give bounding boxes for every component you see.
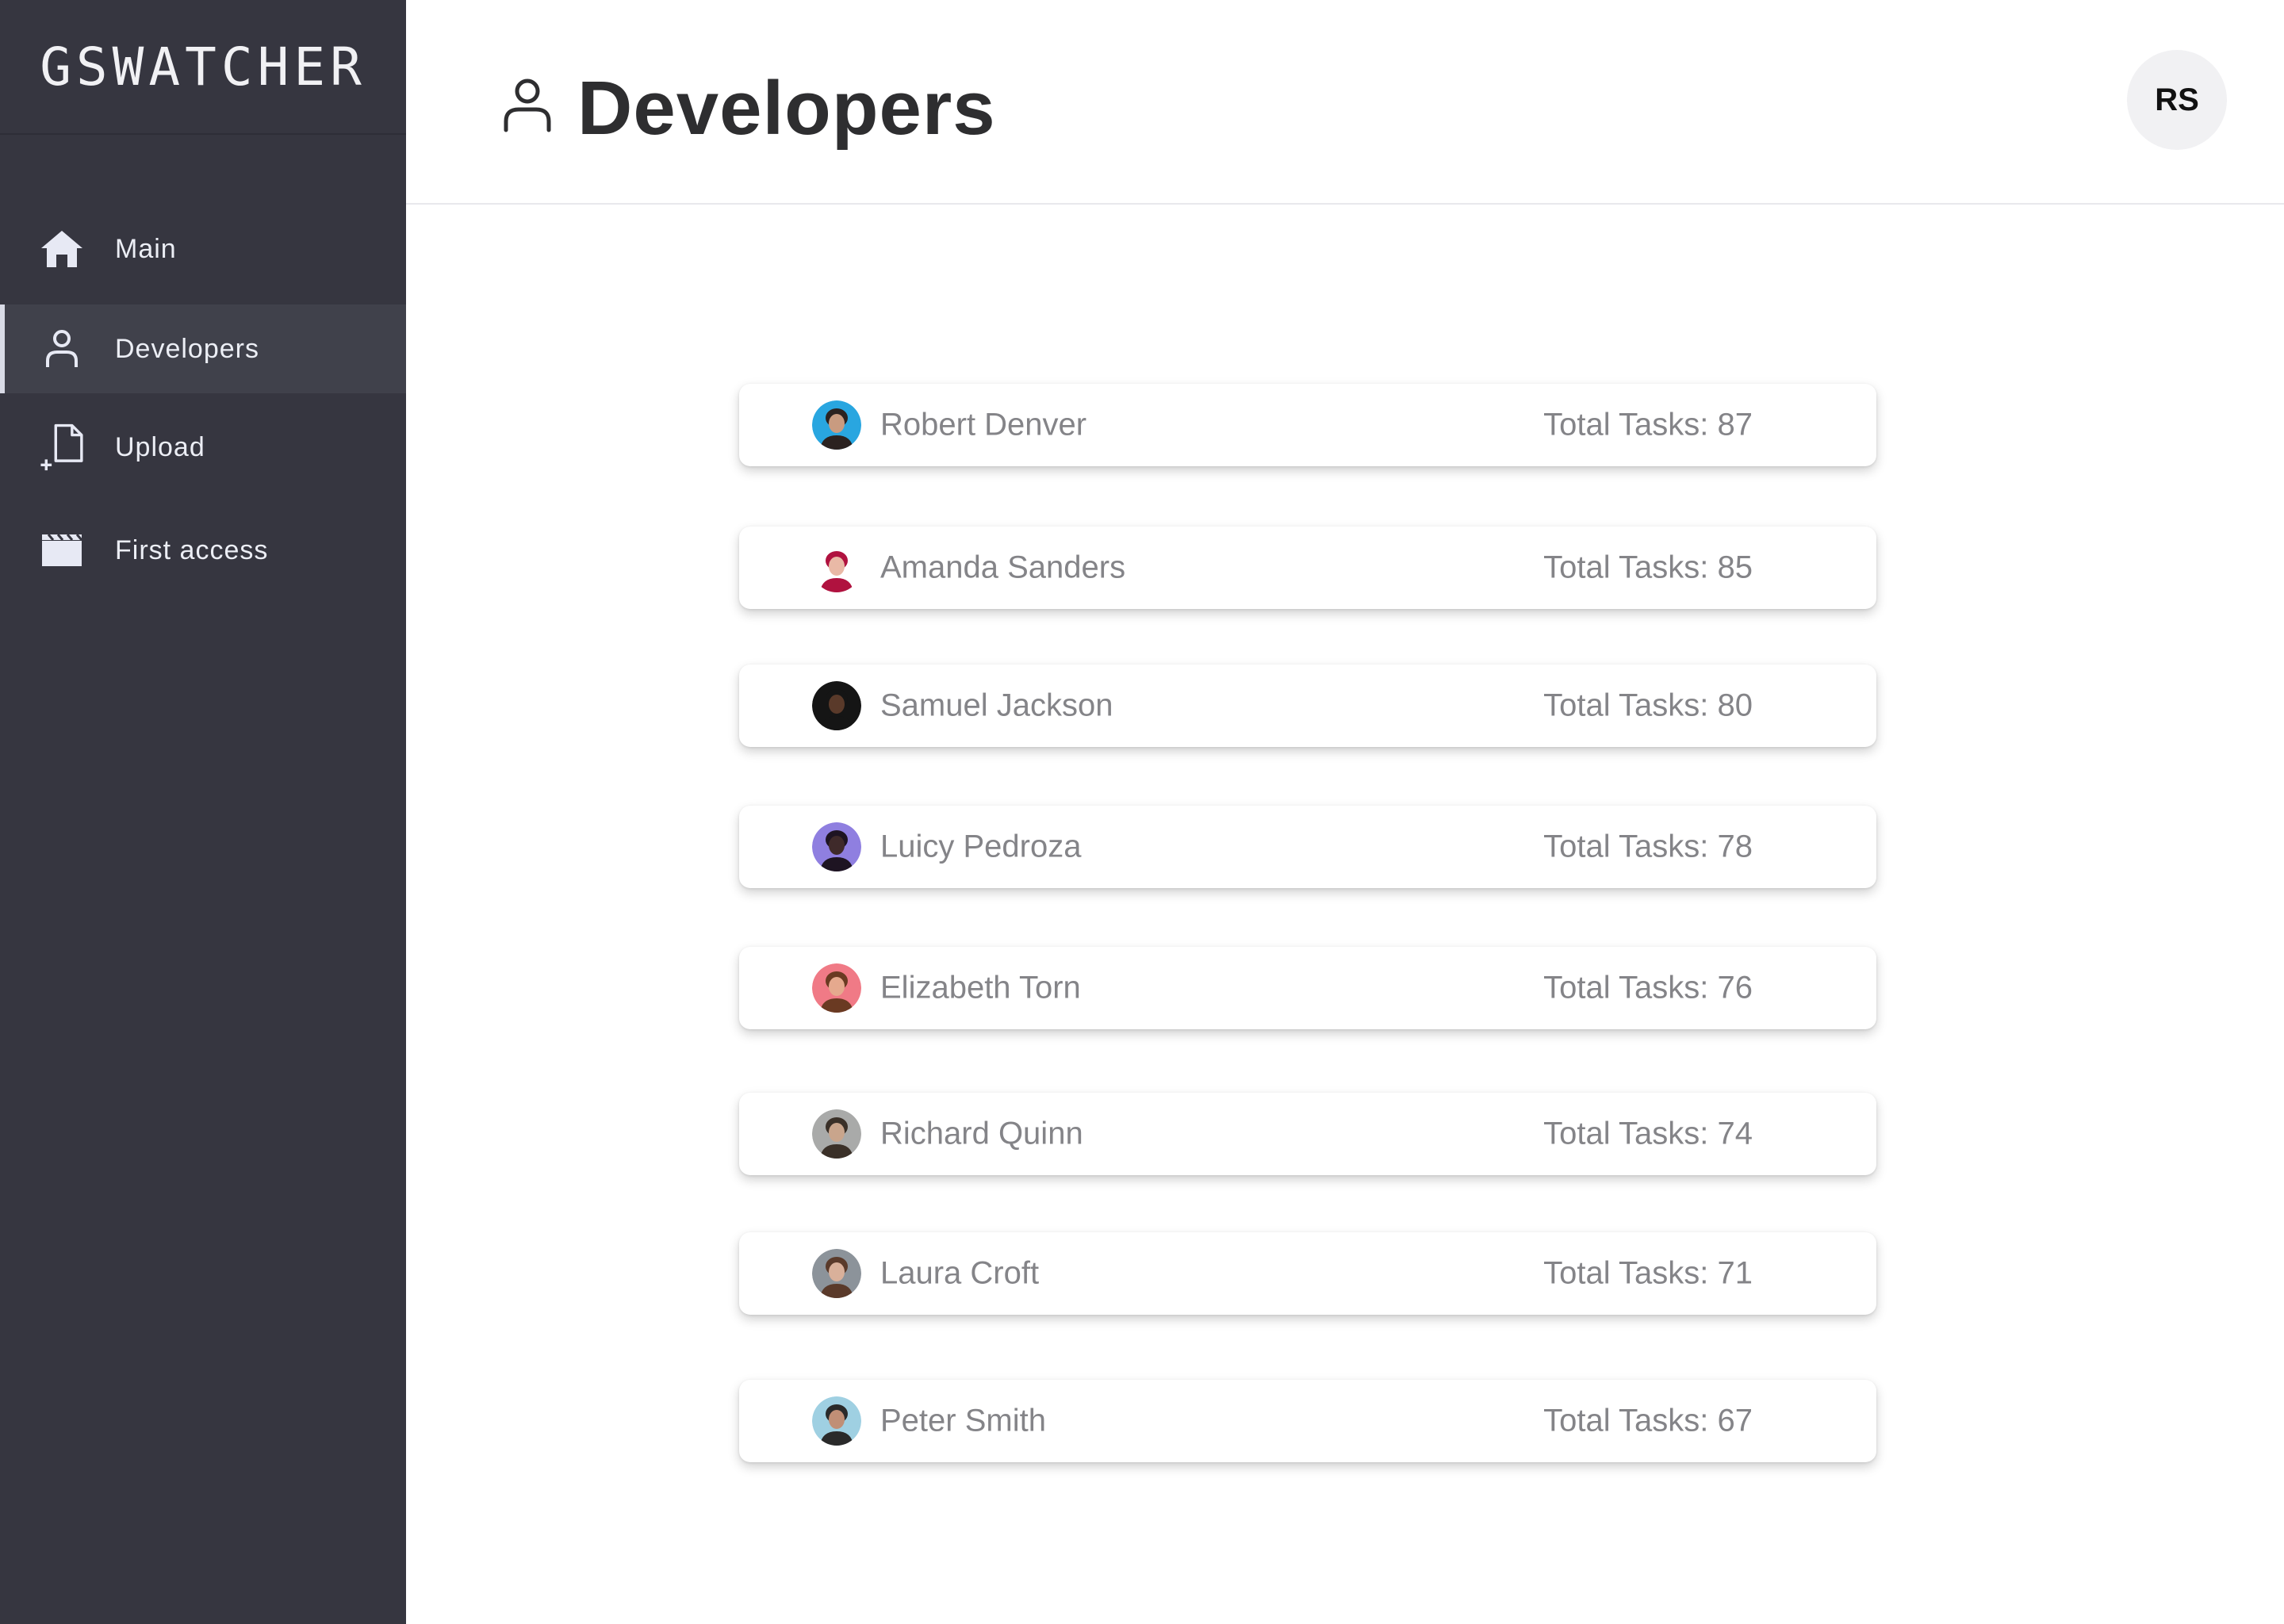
sidebar-item-label: Developers bbox=[115, 333, 259, 364]
home-icon bbox=[38, 225, 86, 273]
developer-name: Amanda Sanders bbox=[880, 550, 1126, 585]
sidebar-item-main[interactable]: Main bbox=[0, 205, 406, 293]
user-icon bbox=[38, 325, 86, 373]
sidebar: GSWATCHER Main Developers Upload First a… bbox=[0, 0, 406, 1624]
sidebar-item-developers[interactable]: Developers bbox=[0, 304, 406, 393]
sidebar-item-first-access[interactable]: First access bbox=[0, 506, 406, 595]
sidebar-item-label: Upload bbox=[115, 431, 205, 462]
user-icon bbox=[501, 78, 554, 133]
developer-name: Luicy Pedroza bbox=[880, 829, 1082, 864]
developer-total-tasks: Total Tasks: 85 bbox=[1543, 550, 1753, 585]
developer-card[interactable]: Peter Smith Total Tasks: 67 bbox=[739, 1380, 1876, 1462]
developer-name: Laura Croft bbox=[880, 1255, 1040, 1291]
developer-name: Robert Denver bbox=[880, 407, 1087, 442]
developer-card[interactable]: Luicy Pedroza Total Tasks: 78 bbox=[739, 806, 1876, 888]
developer-avatar bbox=[812, 400, 861, 450]
developer-total-tasks: Total Tasks: 87 bbox=[1543, 407, 1753, 442]
sidebar-item-label: First access bbox=[115, 534, 269, 565]
developer-avatar bbox=[812, 963, 861, 1013]
developer-avatar bbox=[812, 1109, 861, 1159]
sidebar-item-label: Main bbox=[115, 233, 177, 264]
developer-avatar bbox=[812, 543, 861, 592]
developer-name: Samuel Jackson bbox=[880, 688, 1113, 723]
developer-total-tasks: Total Tasks: 80 bbox=[1543, 688, 1753, 723]
developer-avatar bbox=[812, 1249, 861, 1298]
app-logo[interactable]: GSWATCHER bbox=[40, 36, 366, 98]
developer-name: Elizabeth Torn bbox=[880, 970, 1081, 1005]
developer-total-tasks: Total Tasks: 76 bbox=[1543, 970, 1753, 1005]
developer-name: Peter Smith bbox=[880, 1403, 1046, 1438]
developer-avatar bbox=[812, 822, 861, 871]
developer-total-tasks: Total Tasks: 74 bbox=[1543, 1116, 1753, 1151]
developer-card[interactable]: Richard Quinn Total Tasks: 74 bbox=[739, 1093, 1876, 1175]
upload-file-icon bbox=[38, 423, 86, 471]
clapperboard-icon bbox=[38, 527, 86, 574]
page-title: Developers bbox=[577, 66, 996, 151]
page-header: Developers RS bbox=[406, 0, 2284, 205]
sidebar-item-upload[interactable]: Upload bbox=[0, 403, 406, 492]
developer-avatar bbox=[812, 1396, 861, 1446]
developer-card[interactable]: Laura Croft Total Tasks: 71 bbox=[739, 1232, 1876, 1315]
developer-total-tasks: Total Tasks: 67 bbox=[1543, 1403, 1753, 1438]
developer-card[interactable]: Samuel Jackson Total Tasks: 80 bbox=[739, 665, 1876, 747]
developer-total-tasks: Total Tasks: 78 bbox=[1543, 829, 1753, 864]
developer-card[interactable]: Robert Denver Total Tasks: 87 bbox=[739, 384, 1876, 466]
logo-area: GSWATCHER bbox=[0, 0, 406, 135]
developer-total-tasks: Total Tasks: 71 bbox=[1543, 1255, 1753, 1291]
user-avatar[interactable]: RS bbox=[2127, 50, 2227, 150]
developer-name: Richard Quinn bbox=[880, 1116, 1083, 1151]
user-initials: RS bbox=[2155, 82, 2199, 117]
developer-avatar bbox=[812, 681, 861, 730]
developer-card[interactable]: Amanda Sanders Total Tasks: 85 bbox=[739, 527, 1876, 609]
developer-card[interactable]: Elizabeth Torn Total Tasks: 76 bbox=[739, 947, 1876, 1029]
